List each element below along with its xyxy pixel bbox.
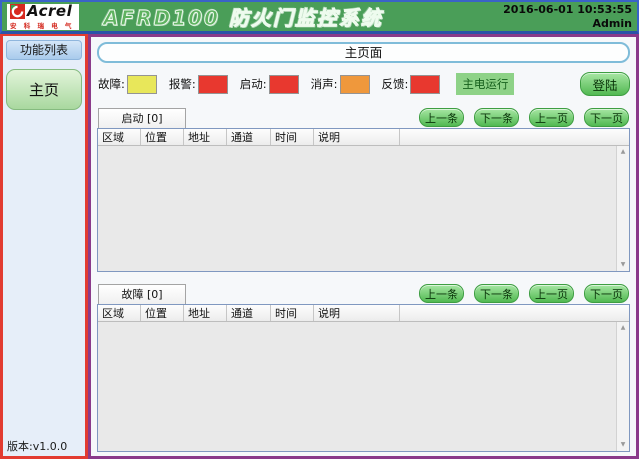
status-alarm: 报警: — [169, 75, 228, 94]
tab-start-records[interactable]: 启动 [0] — [98, 108, 186, 128]
start-table-header: 区域 位置 地址 通道 时间 说明 — [98, 129, 629, 146]
column-header-time: 时间 — [271, 129, 314, 145]
column-header-filler — [400, 305, 629, 321]
start-records-tab-row: 启动 [0] 上一条 下一条 上一页 下一页 — [97, 107, 630, 128]
function-sidebar: 功能列表 主页 版本:v1.0.0 — [0, 34, 88, 459]
sidebar-item-home[interactable]: 主页 — [6, 69, 82, 110]
start-table-body: ▲ ▼ — [98, 146, 629, 271]
sidebar-title: 功能列表 — [6, 40, 82, 60]
brand-subtitle: 安 科 瑞 电 气 — [10, 20, 74, 30]
main-page-title-bar: 主页面 — [97, 42, 630, 63]
next-record-button[interactable]: 下一条 — [474, 284, 519, 303]
app-window: Acrel 安 科 瑞 电 气 AFRD100 防火门监控系统 2016-06-… — [0, 0, 639, 459]
status-fault: 故障: — [98, 75, 157, 94]
fault-indicator-box — [127, 75, 157, 94]
alarm-indicator-box — [198, 75, 228, 94]
column-header-position: 位置 — [141, 129, 184, 145]
column-header-channel: 通道 — [227, 305, 271, 321]
start-indicator-box — [269, 75, 299, 94]
prev-record-button[interactable]: 上一条 — [419, 108, 464, 127]
status-row: 故障: 报警: 启动: 消声: 反馈: — [97, 72, 630, 96]
alarm-label: 报警: — [169, 76, 196, 92]
status-feedback: 反馈: — [382, 75, 441, 94]
column-header-filler — [400, 129, 629, 145]
acrel-logo-icon — [10, 4, 25, 19]
login-button[interactable]: 登陆 — [580, 72, 630, 96]
prev-page-button[interactable]: 上一页 — [529, 284, 574, 303]
fault-label: 故障: — [98, 76, 125, 92]
fault-records-table: 区域 位置 地址 通道 时间 说明 ▲ ▼ — [97, 304, 630, 452]
column-header-description: 说明 — [314, 129, 400, 145]
start-label: 启动: — [240, 76, 267, 92]
datetime-label: 2016-06-01 10:53:55 — [503, 3, 632, 17]
start-table-scrollbar[interactable]: ▲ ▼ — [616, 146, 629, 271]
main-power-status-badge: 主电运行 — [456, 73, 514, 95]
column-header-area: 区域 — [98, 305, 141, 321]
next-page-button[interactable]: 下一页 — [584, 108, 629, 127]
fault-table-scrollbar[interactable]: ▲ ▼ — [616, 322, 629, 451]
feedback-indicator-box — [410, 75, 440, 94]
mute-indicator-box — [340, 75, 370, 94]
column-header-time: 时间 — [271, 305, 314, 321]
main-panel: 主页面 故障: 报警: 启动: 消声: — [88, 34, 639, 459]
scroll-down-icon[interactable]: ▼ — [621, 442, 626, 448]
status-mute: 消声: — [311, 75, 370, 94]
status-start: 启动: — [240, 75, 299, 94]
fault-table-body: ▲ ▼ — [98, 322, 629, 451]
scroll-up-icon[interactable]: ▲ — [621, 149, 626, 155]
column-header-address: 地址 — [184, 129, 227, 145]
start-records-table: 区域 位置 地址 通道 时间 说明 ▲ ▼ — [97, 128, 630, 272]
current-user-label: Admin — [503, 17, 632, 31]
fault-pager-group: 上一条 下一条 上一页 下一页 — [419, 284, 630, 304]
app-header: Acrel 安 科 瑞 电 气 AFRD100 防火门监控系统 2016-06-… — [0, 0, 639, 34]
feedback-label: 反馈: — [382, 76, 409, 92]
column-header-address: 地址 — [184, 305, 227, 321]
mute-label: 消声: — [311, 76, 338, 92]
page-title: AFRD100 防火门监控系统 — [103, 2, 383, 31]
column-header-area: 区域 — [98, 129, 141, 145]
brand-name: Acrel — [27, 4, 72, 19]
logo-row: Acrel — [10, 4, 74, 19]
fault-table-header: 区域 位置 地址 通道 时间 说明 — [98, 305, 629, 322]
next-record-button[interactable]: 下一条 — [474, 108, 519, 127]
scroll-up-icon[interactable]: ▲ — [621, 325, 626, 331]
version-label: 版本:v1.0.0 — [6, 438, 82, 454]
header-info: 2016-06-01 10:53:55 Admin — [503, 3, 632, 31]
start-pager-group: 上一条 下一条 上一页 下一页 — [419, 108, 630, 128]
body-row: 功能列表 主页 版本:v1.0.0 主页面 故障: 报警: 启动: — [0, 34, 639, 459]
scroll-down-icon[interactable]: ▼ — [621, 262, 626, 268]
prev-page-button[interactable]: 上一页 — [529, 108, 574, 127]
fault-records-tab-row: 故障 [0] 上一条 下一条 上一页 下一页 — [97, 283, 630, 304]
next-page-button[interactable]: 下一页 — [584, 284, 629, 303]
column-header-description: 说明 — [314, 305, 400, 321]
prev-record-button[interactable]: 上一条 — [419, 284, 464, 303]
column-header-position: 位置 — [141, 305, 184, 321]
tab-fault-records[interactable]: 故障 [0] — [98, 284, 186, 304]
column-header-channel: 通道 — [227, 129, 271, 145]
acrel-logo: Acrel 安 科 瑞 电 气 — [7, 4, 79, 30]
